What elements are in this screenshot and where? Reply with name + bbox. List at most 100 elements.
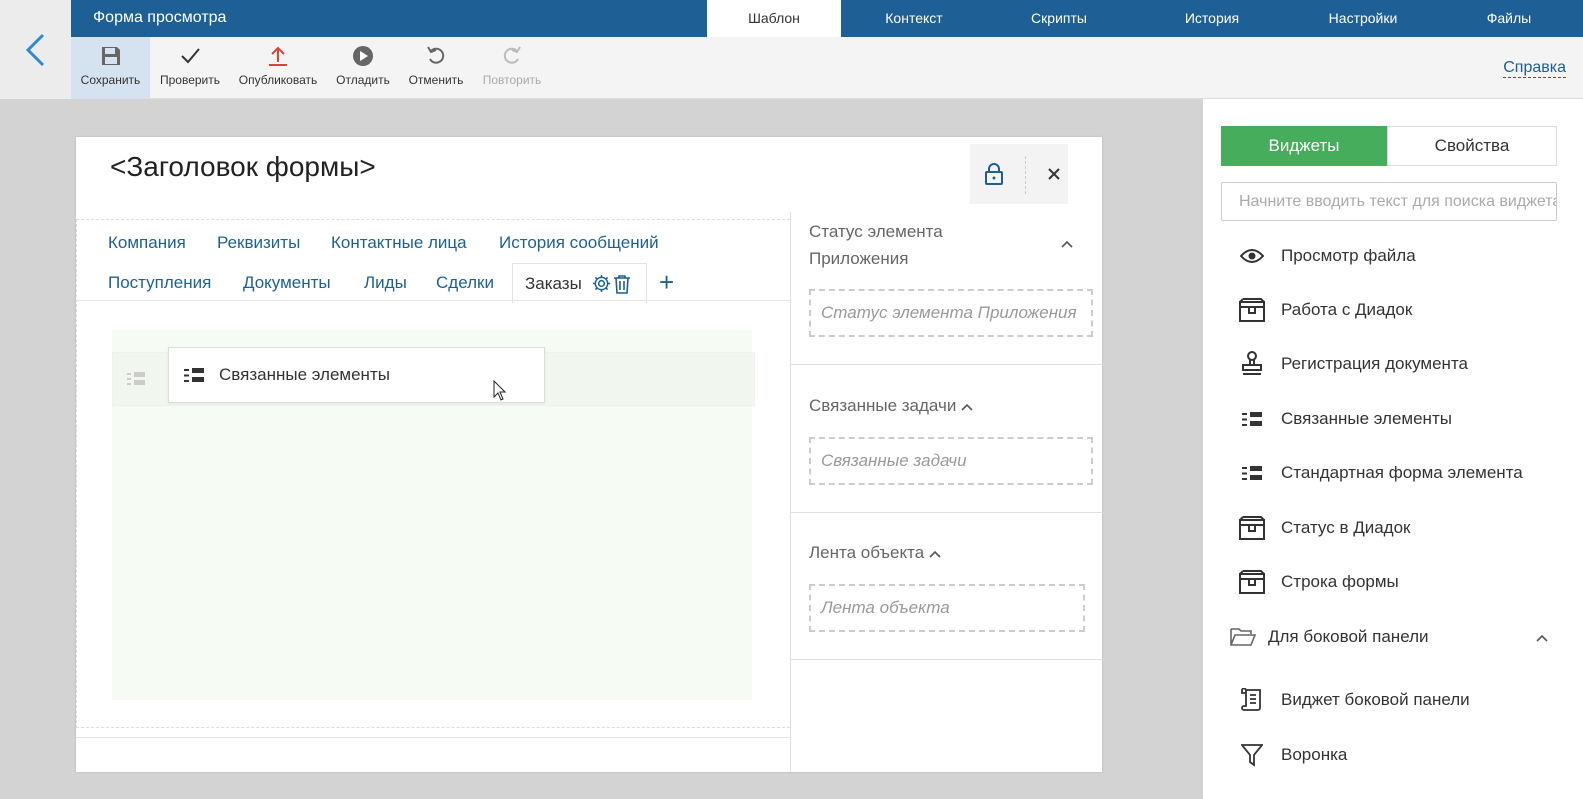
mouse-cursor-icon — [493, 380, 507, 401]
redo-button[interactable]: Повторить — [477, 37, 547, 99]
widget-form-row[interactable]: Строка формы — [1239, 567, 1399, 597]
widget-diadoc[interactable]: Работа с Диадок — [1239, 295, 1412, 325]
eye-icon — [1240, 249, 1264, 263]
widget-label: Виджет боковой панели — [1281, 690, 1470, 709]
folder-sidebar-widgets[interactable]: Для боковой панели — [1230, 622, 1560, 652]
chevron-up-icon[interactable] — [929, 550, 941, 558]
widget-diadoc-status[interactable]: Статус в Диадок — [1239, 513, 1411, 543]
close-icon — [1048, 168, 1060, 180]
chevron-up-icon[interactable] — [1061, 240, 1073, 248]
box-icon — [1239, 298, 1265, 322]
dragged-widget-label: Связанные элементы — [219, 365, 390, 384]
dragged-widget[interactable]: Связанные элементы — [168, 347, 545, 403]
redo-icon — [503, 46, 521, 64]
widget-label: Работа с Диадок — [1281, 300, 1413, 319]
list-icon — [1242, 465, 1262, 480]
form-body: Компания Реквизиты Контактные лица Истор… — [76, 219, 791, 728]
widget-standard-form[interactable]: Стандартная форма элемента — [1239, 458, 1523, 488]
tab-history[interactable]: История — [1154, 0, 1270, 37]
form-bottom-divider — [76, 737, 790, 738]
tab-orders[interactable]: Заказы — [512, 263, 647, 303]
tab-files[interactable]: Файлы — [1471, 0, 1547, 37]
check-label: Проверить — [159, 73, 220, 87]
form-canvas: <Заголовок формы> Компания Реквизиты Кон… — [76, 137, 1103, 772]
tab-message-history[interactable]: История сообщений — [499, 233, 659, 253]
lock-button[interactable] — [970, 144, 1018, 204]
section-object-feed: Лента объекта Лента объекта — [791, 513, 1103, 660]
tab-orders-label: Заказы — [525, 273, 582, 293]
tab-leads[interactable]: Лиды — [364, 273, 407, 293]
tab-template[interactable]: Шаблон — [707, 0, 841, 37]
checkmark-icon — [181, 48, 200, 64]
widget-sidebar-widget[interactable]: Виджет боковой панели — [1239, 685, 1470, 715]
tab-company[interactable]: Компания — [108, 233, 186, 253]
scroll-icon — [1241, 688, 1261, 711]
tab-documents[interactable]: Документы — [243, 273, 331, 293]
widget-file-view[interactable]: Просмотр файла — [1239, 241, 1416, 271]
funnel-icon — [1241, 744, 1263, 767]
tab-context[interactable]: Контекст — [856, 0, 972, 37]
form-title[interactable]: <Заголовок формы> — [110, 151, 376, 183]
gear-icon[interactable] — [592, 274, 611, 293]
tabs-divider — [77, 300, 791, 301]
trash-icon[interactable] — [613, 274, 631, 294]
floppy-disk-icon — [101, 47, 120, 65]
chevron-up-icon[interactable] — [961, 403, 973, 411]
app-title: Форма просмотра — [93, 9, 227, 26]
section-app-status: Статус элемента Приложения Статус элемен… — [791, 212, 1103, 365]
save-button[interactable]: Сохранить — [71, 37, 150, 99]
check-button[interactable]: Проверить — [155, 37, 225, 99]
widget-doc-registration[interactable]: Регистрация документа — [1239, 349, 1468, 379]
toolbar: Сохранить Проверить Опубликовать Отладит… — [71, 37, 1583, 99]
tab-requisites[interactable]: Реквизиты — [217, 233, 300, 253]
tab-properties[interactable]: Свойства — [1387, 126, 1557, 166]
list-icon — [1242, 411, 1262, 426]
widget-search-input[interactable] — [1221, 182, 1557, 221]
box-icon — [1239, 570, 1265, 594]
tab-widgets[interactable]: Виджеты — [1221, 126, 1387, 166]
box-icon — [1239, 516, 1265, 540]
top-nav: Форма просмотра Шаблон Контекст Скрипты … — [71, 0, 1583, 37]
add-tab-button[interactable]: + — [659, 267, 674, 298]
folder-label: Для боковой панели — [1268, 627, 1429, 646]
back-button[interactable] — [0, 0, 71, 99]
section-placeholder[interactable]: Связанные задачи — [809, 437, 1093, 485]
section-related-tasks: Связанные задачи Связанные задачи — [791, 365, 1103, 513]
widget-label: Связанные элементы — [1281, 409, 1452, 428]
tab-receipts[interactable]: Поступления — [108, 273, 211, 293]
form-header-actions — [970, 144, 1068, 204]
undo-button[interactable]: Отменить — [405, 37, 467, 99]
debug-label: Отладить — [336, 73, 390, 87]
section-placeholder[interactable]: Лента объекта — [809, 584, 1085, 632]
widget-label: Просмотр файла — [1281, 246, 1416, 265]
redo-label: Повторить — [482, 73, 542, 87]
widget-label: Строка формы — [1281, 572, 1399, 591]
section-placeholder[interactable]: Статус элемента Приложения — [809, 289, 1093, 337]
tab-contacts[interactable]: Контактные лица — [331, 233, 467, 253]
folder-open-icon — [1230, 628, 1256, 646]
widget-label: Воронка — [1281, 745, 1348, 764]
section-title: Лента объекта — [809, 539, 941, 566]
section-title: Связанные задачи — [809, 392, 973, 419]
chevron-left-icon — [25, 33, 44, 66]
list-icon — [127, 372, 145, 385]
debug-button[interactable]: Отладить — [331, 37, 395, 99]
widget-funnel[interactable]: Воронка — [1239, 740, 1347, 770]
widget-related-elements[interactable]: Связанные элементы — [1239, 404, 1452, 434]
tab-settings[interactable]: Настройки — [1305, 0, 1421, 37]
play-circle-icon — [353, 46, 373, 66]
lock-icon — [985, 163, 1003, 185]
chevron-up-icon[interactable] — [1536, 634, 1548, 642]
publish-button[interactable]: Опубликовать — [236, 37, 320, 99]
form-side-column: Статус элемента Приложения Статус элемен… — [790, 212, 1103, 772]
close-button[interactable] — [1040, 144, 1068, 204]
undo-label: Отменить — [408, 73, 464, 87]
tab-scripts[interactable]: Скрипты — [1001, 0, 1117, 37]
section-title: Статус элемента Приложения — [809, 222, 943, 268]
widget-panel: Виджеты Свойства Просмотр файла Работа с… — [1203, 99, 1583, 799]
tab-deals[interactable]: Сделки — [436, 273, 494, 293]
stamp-icon — [1242, 351, 1262, 375]
separator — [1025, 156, 1026, 194]
help-link[interactable]: Справка — [1503, 59, 1566, 78]
publish-label: Опубликовать — [238, 73, 318, 87]
